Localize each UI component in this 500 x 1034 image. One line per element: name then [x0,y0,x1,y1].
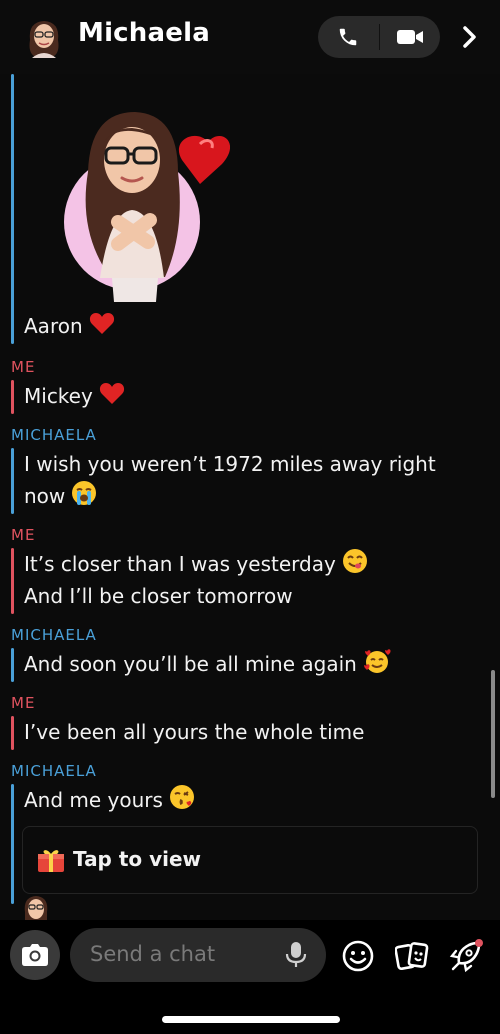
conversation-area[interactable]: Aaron ME Mickey MICHAELA I wish you were… [0,74,500,920]
friend-message-bar [11,648,14,682]
message-text: now [24,480,97,515]
call-button-group [318,16,440,58]
me-message-bar [11,380,14,414]
microphone-icon[interactable] [284,942,308,968]
chat-header: Michaela [0,0,500,75]
sender-label: MICHAELA [11,626,97,644]
friend-presence-avatar [20,892,52,920]
message-line: And I’ll be closer tomorrow [24,584,293,608]
message-line: I wish you weren’t 1972 miles away right [24,452,436,476]
camera-button[interactable] [10,930,60,980]
message-text: I’ve been all yours the whole time [24,716,364,748]
chat-composer-bar: Send a chat [0,920,500,1034]
message-text: And I’ll be closer tomorrow [24,580,293,612]
red-heart-icon [89,311,115,344]
sender-label: ME [11,358,36,376]
chat-input[interactable]: Send a chat [70,928,326,982]
emoji-button[interactable] [340,938,376,974]
kissing-face-icon [169,784,195,819]
friend-message-bar [11,74,14,344]
voice-call-button[interactable] [318,16,378,58]
scrollbar[interactable] [491,670,495,798]
sender-label: MICHAELA [11,762,97,780]
message-line: And me yours [24,788,163,812]
loudly-crying-face-icon [71,480,97,515]
message-text: And me yours [24,784,195,819]
message-line: It’s closer than I was yesterday [24,552,336,576]
games-button[interactable] [448,938,484,974]
friend-message-bar [11,448,14,514]
message-text: It’s closer than I was yesterday [24,548,368,583]
me-message-bar [11,548,14,614]
smiley-icon [342,940,374,972]
friend-message-bar [11,784,14,904]
stickers-button[interactable] [394,938,430,974]
sender-label: MICHAELA [11,426,97,444]
chevron-right-button[interactable] [456,22,484,52]
bitmoji-sticker[interactable] [60,102,230,312]
friend-avatar[interactable] [24,16,64,58]
message-line: Aaron [24,314,83,338]
red-heart-icon [99,381,125,414]
message-text: Mickey [24,380,125,414]
gift-icon [38,850,64,872]
message-text: Aaron [24,310,115,344]
message-line: And soon you’ll be all mine again [24,652,357,676]
me-message-bar [11,716,14,750]
home-indicator[interactable] [162,1016,340,1023]
message-text: And soon you’ll be all mine again [24,648,391,683]
camera-icon [22,944,48,966]
sender-label: ME [11,694,36,712]
sticker-cards-icon [395,942,429,971]
message-text: I wish you weren’t 1972 miles away right [24,448,436,480]
message-line: I’ve been all yours the whole time [24,720,365,744]
message-line: now [24,484,66,508]
tap-to-view-label: Tap to view [73,847,202,871]
chat-title[interactable]: Michaela [78,18,210,48]
phone-icon [339,28,357,46]
video-call-button[interactable] [380,16,440,58]
yum-face-icon [342,548,368,583]
chat-input-placeholder: Send a chat [90,942,216,966]
snap-tap-to-view[interactable]: Tap to view [22,826,478,894]
chevron-right-icon [463,26,476,48]
message-line: Mickey [24,384,93,408]
rocket-icon [449,939,483,973]
sender-label: ME [11,526,36,544]
video-camera-icon [397,30,423,44]
smiling-face-with-hearts-icon [363,648,391,683]
